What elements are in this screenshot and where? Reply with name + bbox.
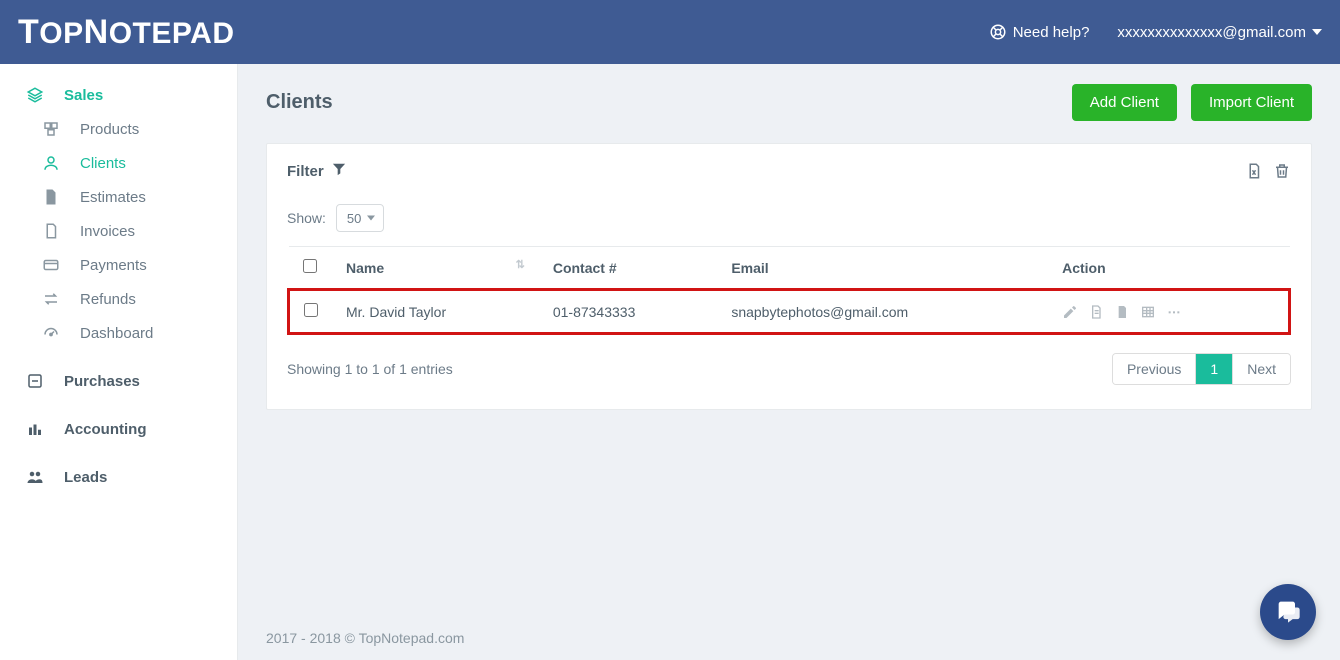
sidebar: Sales Products Clients Estimates Invoice… — [0, 64, 238, 660]
sidebar-item-purchases[interactable]: Purchases — [0, 364, 237, 398]
filter-label-text: Filter — [287, 163, 324, 180]
pager-next[interactable]: Next — [1232, 354, 1290, 384]
caret-down-icon — [1312, 29, 1322, 35]
sidebar-item-clients[interactable]: Clients — [0, 146, 237, 180]
bar-chart-icon — [24, 420, 46, 438]
lifebuoy-icon — [989, 23, 1007, 41]
need-help-link[interactable]: Need help? — [989, 23, 1090, 41]
cell-contact: 01-87343333 — [539, 290, 717, 334]
sidebar-item-products[interactable]: Products — [0, 112, 237, 146]
invoice-row-button[interactable] — [1088, 304, 1104, 320]
show-page-size-select[interactable]: 50 — [336, 204, 384, 232]
brand-logo: TopNotepad — [18, 13, 235, 52]
topbar: TopNotepad Need help? xxxxxxxxxxxxxx@gma… — [0, 0, 1340, 64]
sidebar-item-label: Dashboard — [80, 325, 153, 342]
clients-table: Name ⇅ Contact # Email Action Mr. David … — [287, 246, 1291, 335]
cubes-icon — [40, 120, 62, 138]
credit-card-icon — [40, 256, 62, 274]
sidebar-item-estimates[interactable]: Estimates — [0, 180, 237, 214]
clients-panel: Filter Show: 50 — [266, 143, 1312, 410]
user-icon — [40, 154, 62, 172]
sidebar-item-label: Payments — [80, 257, 147, 274]
user-email: xxxxxxxxxxxxxx@gmail.com — [1117, 24, 1306, 41]
filter-icon — [332, 162, 346, 180]
add-client-button[interactable]: Add Client — [1072, 84, 1177, 121]
cell-email: snapbytephotos@gmail.com — [717, 290, 1048, 334]
minus-square-icon — [24, 372, 46, 390]
column-header-contact[interactable]: Contact # — [539, 247, 717, 290]
import-client-button[interactable]: Import Client — [1191, 84, 1312, 121]
user-menu[interactable]: xxxxxxxxxxxxxx@gmail.com — [1117, 24, 1322, 41]
exchange-icon — [40, 290, 62, 308]
sidebar-item-sales[interactable]: Sales — [0, 78, 237, 112]
gauge-icon — [40, 324, 62, 342]
estimate-row-button[interactable] — [1114, 304, 1130, 320]
column-header-name[interactable]: Name ⇅ — [332, 247, 539, 290]
main-content: Clients Add Client Import Client Filter — [238, 64, 1340, 660]
sidebar-item-label: Sales — [64, 87, 103, 104]
sidebar-item-refunds[interactable]: Refunds — [0, 282, 237, 316]
users-icon — [24, 468, 46, 486]
edit-row-button[interactable] — [1062, 304, 1078, 320]
sidebar-item-leads[interactable]: Leads — [0, 460, 237, 494]
page-title: Clients — [266, 91, 333, 114]
file-outline-icon — [40, 222, 62, 240]
sidebar-item-label: Leads — [64, 469, 107, 486]
chat-icon — [1274, 597, 1302, 628]
table-row-button[interactable] — [1140, 304, 1156, 320]
more-row-button[interactable] — [1166, 304, 1182, 320]
need-help-label: Need help? — [1013, 24, 1090, 41]
sidebar-item-accounting[interactable]: Accounting — [0, 412, 237, 446]
sidebar-item-label: Estimates — [80, 189, 146, 206]
file-icon — [40, 188, 62, 206]
filter-toggle[interactable]: Filter — [287, 162, 346, 180]
sidebar-item-label: Clients — [80, 155, 126, 172]
export-excel-button[interactable] — [1245, 162, 1263, 180]
table-row[interactable]: Mr. David Taylor 01-87343333 snapbytepho… — [289, 290, 1290, 334]
delete-button[interactable] — [1273, 162, 1291, 180]
footer-copyright: 2017 - 2018 © TopNotepad.com — [266, 630, 464, 646]
sidebar-item-label: Products — [80, 121, 139, 138]
chat-fab-button[interactable] — [1260, 584, 1316, 640]
sidebar-item-payments[interactable]: Payments — [0, 248, 237, 282]
sidebar-item-label: Accounting — [64, 421, 147, 438]
sidebar-item-dashboard[interactable]: Dashboard — [0, 316, 237, 350]
sidebar-item-invoices[interactable]: Invoices — [0, 214, 237, 248]
sort-icon: ⇅ — [516, 260, 525, 270]
pager: Previous 1 Next — [1112, 353, 1291, 385]
pager-prev[interactable]: Previous — [1113, 354, 1195, 384]
sidebar-item-label: Refunds — [80, 291, 136, 308]
select-all-checkbox[interactable] — [303, 259, 317, 273]
show-label: Show: — [287, 210, 326, 226]
row-checkbox[interactable] — [304, 303, 318, 317]
sidebar-item-label: Invoices — [80, 223, 135, 240]
show-page-size-value: 50 — [347, 211, 361, 226]
layers-icon — [24, 86, 46, 104]
column-header-action: Action — [1048, 247, 1289, 290]
showing-entries-text: Showing 1 to 1 of 1 entries — [287, 361, 453, 377]
column-header-email[interactable]: Email — [717, 247, 1048, 290]
sidebar-item-label: Purchases — [64, 373, 140, 390]
cell-name: Mr. David Taylor — [332, 290, 539, 334]
pager-page-1[interactable]: 1 — [1195, 354, 1232, 384]
